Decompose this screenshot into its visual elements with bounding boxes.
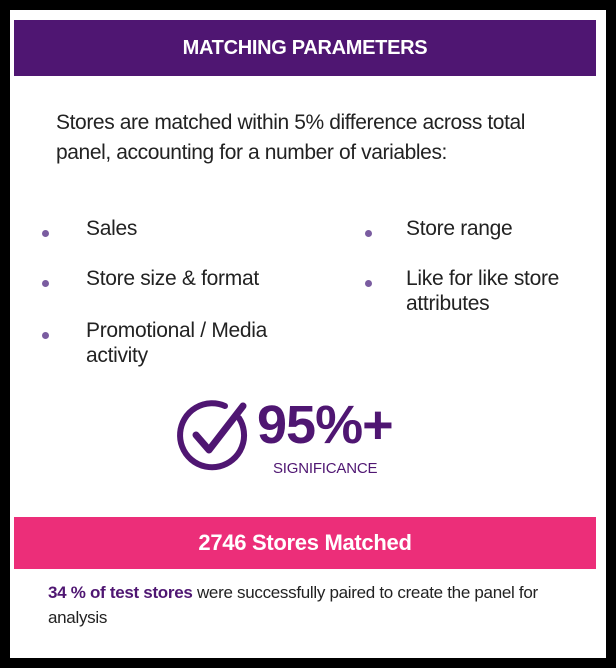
significance-value: 95%+	[257, 395, 394, 455]
variable-item-store-range: Store range	[365, 216, 585, 241]
stores-matched-title: 2746 Stores Matched	[198, 530, 412, 555]
bullet-icon	[365, 280, 372, 287]
bullet-icon	[42, 280, 49, 287]
header-title: MATCHING PARAMETERS	[182, 36, 428, 59]
variable-item-store-size: Store size & format	[42, 266, 302, 291]
matching-parameters-header: MATCHING PARAMETERS	[14, 20, 596, 76]
variable-label: Sales	[86, 217, 138, 240]
variable-item-like-for-like: Like for like store attributes	[365, 266, 595, 316]
bullet-icon	[42, 230, 49, 237]
intro-text: Stores are matched within 5% difference …	[56, 111, 526, 164]
summary-text: 34 % of test stores were successfully pa…	[48, 580, 596, 630]
variable-label: Store range	[406, 217, 513, 240]
variable-label: Promotional / Media activity	[86, 319, 268, 367]
check-circle-icon	[177, 400, 248, 471]
variable-item-promotional: Promotional / Media activity	[42, 318, 292, 368]
variable-label: Store size & format	[86, 267, 259, 290]
summary-highlight: 34 % of test stores	[48, 583, 193, 602]
variable-item-sales: Sales	[42, 216, 282, 241]
significance-badge: 95%+ SIGNIFICANCE	[170, 392, 410, 488]
stores-matched-banner: 2746 Stores Matched	[14, 517, 596, 569]
bullet-icon	[365, 230, 372, 237]
bullet-icon	[42, 332, 49, 339]
significance-label: SIGNIFICANCE	[273, 460, 378, 477]
variable-label: Like for like store attributes	[406, 267, 560, 315]
